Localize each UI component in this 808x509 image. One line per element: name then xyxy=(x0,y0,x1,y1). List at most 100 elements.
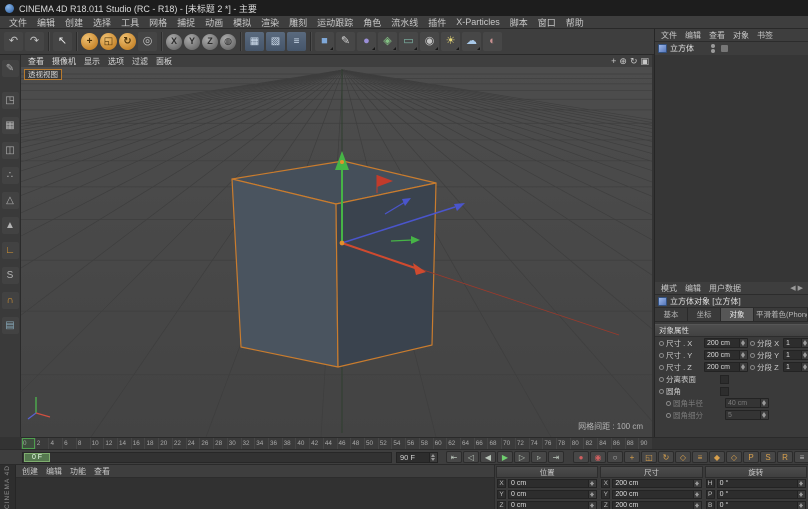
undo-icon[interactable]: ↶ xyxy=(4,32,23,51)
position-key-icon[interactable]: P xyxy=(743,451,759,463)
coordinate-field[interactable]: 0 ° xyxy=(717,479,806,488)
prev-key-button[interactable]: ◁ xyxy=(463,451,479,463)
object-row-cube[interactable]: 立方体 xyxy=(655,42,808,55)
x-axis-lock-icon[interactable]: X xyxy=(166,34,182,50)
visibility-dots[interactable] xyxy=(711,44,715,53)
redo-icon[interactable]: ↷ xyxy=(25,32,44,51)
prev-frame-button[interactable]: ◀ xyxy=(480,451,496,463)
scale-tool-icon[interactable]: ◱ xyxy=(100,33,117,50)
spinner[interactable] xyxy=(797,491,805,498)
tab-coordinates[interactable]: 坐标 xyxy=(688,308,721,321)
anim-dot[interactable] xyxy=(750,365,755,370)
viewport-canvas[interactable] xyxy=(21,67,652,437)
spinner[interactable] xyxy=(739,351,747,359)
viewport-menu-item[interactable]: 过滤 xyxy=(128,56,152,67)
anim-dot[interactable] xyxy=(659,377,664,382)
move-tool-icon[interactable]: + xyxy=(81,33,98,50)
panel-menu-item[interactable]: 书签 xyxy=(753,30,777,41)
keyframe-presets-icon[interactable]: ◇ xyxy=(726,451,742,463)
history-nav-icons[interactable]: ◀▶ xyxy=(790,284,805,292)
current-frame-marker[interactable] xyxy=(22,438,35,449)
camera-object-icon[interactable]: ◉ xyxy=(420,32,439,51)
zoom-view-icon[interactable]: ⊕ xyxy=(619,57,627,66)
coordinate-field[interactable]: 0 cm xyxy=(508,479,597,488)
live-selection-icon[interactable]: ↖ xyxy=(53,32,72,51)
render-settings-icon[interactable]: ≡ xyxy=(287,32,306,51)
panel-menu-item[interactable]: 编辑 xyxy=(42,466,66,477)
menu-item[interactable]: 角色 xyxy=(358,16,386,29)
panel-menu-item[interactable]: 功能 xyxy=(66,466,90,477)
y-axis-lock-icon[interactable]: Y xyxy=(184,34,200,50)
spinner[interactable] xyxy=(588,480,596,487)
spinner[interactable] xyxy=(801,351,808,359)
next-key-button[interactable]: ▹ xyxy=(531,451,547,463)
texture-mode-icon[interactable]: ▦ xyxy=(2,117,19,134)
play-button[interactable]: ▶ xyxy=(497,451,513,463)
coordinate-field[interactable]: 200 cm xyxy=(612,490,701,499)
anim-dot[interactable] xyxy=(659,341,664,346)
spinner[interactable] xyxy=(693,491,701,498)
end-frame-field[interactable]: 90 F xyxy=(396,452,438,463)
scale-key-icon[interactable]: S xyxy=(760,451,776,463)
keyframe-selection-button[interactable]: ○ xyxy=(607,451,623,463)
anim-dot[interactable] xyxy=(659,389,664,394)
spinner[interactable] xyxy=(693,480,701,487)
tab-basic[interactable]: 基本 xyxy=(655,308,688,321)
goto-end-button[interactable]: ⇥ xyxy=(548,451,564,463)
spinner[interactable] xyxy=(429,453,437,462)
record-rotation-toggle[interactable]: ↻ xyxy=(658,451,674,463)
spinner[interactable] xyxy=(801,363,808,371)
edges-mode-icon[interactable]: △ xyxy=(2,192,19,209)
anim-dot[interactable] xyxy=(750,341,755,346)
menu-item[interactable]: X-Particles xyxy=(451,17,505,27)
object-name[interactable]: 立方体 xyxy=(670,43,694,54)
coordinate-field[interactable]: 200 cm xyxy=(612,479,701,488)
record-position-toggle[interactable]: + xyxy=(624,451,640,463)
record-scale-toggle[interactable]: ◱ xyxy=(641,451,657,463)
material-list[interactable] xyxy=(16,478,494,509)
playback-options-icon[interactable]: ≡ xyxy=(794,451,808,463)
menu-item[interactable]: 窗口 xyxy=(533,16,561,29)
attribute-value-field[interactable]: 1 xyxy=(783,338,808,348)
menu-item[interactable]: 渲染 xyxy=(256,16,284,29)
coordinate-field[interactable]: 0 ° xyxy=(717,490,806,499)
viewport-menu-item[interactable]: 摄像机 xyxy=(48,56,80,67)
menu-item[interactable]: 运动跟踪 xyxy=(312,16,358,29)
workplane-mode-icon[interactable]: ◫ xyxy=(2,142,19,159)
viewport-solo-icon[interactable]: S xyxy=(2,267,19,284)
rotate-tool-icon[interactable]: ↻ xyxy=(119,33,136,50)
coordinate-field[interactable]: 0 cm xyxy=(508,490,597,499)
spinner[interactable] xyxy=(588,491,596,498)
menu-item[interactable]: 编辑 xyxy=(32,16,60,29)
menu-item[interactable]: 帮助 xyxy=(561,16,589,29)
record-objects-button[interactable]: ● xyxy=(573,451,589,463)
next-frame-button[interactable]: ▷ xyxy=(514,451,530,463)
anim-dot[interactable] xyxy=(659,353,664,358)
checkbox[interactable] xyxy=(720,387,729,396)
attribute-value-field[interactable]: 200 cm xyxy=(704,338,748,348)
coordinate-field[interactable]: 0 ° xyxy=(717,501,806,509)
enable-axis-icon[interactable]: ∟ xyxy=(2,242,19,259)
anim-dot[interactable] xyxy=(750,353,755,358)
spinner[interactable] xyxy=(797,502,805,509)
position-header[interactable]: 位置 xyxy=(496,466,598,478)
menu-item[interactable]: 流水线 xyxy=(386,16,423,29)
coordinate-system-icon[interactable]: ◍ xyxy=(220,34,236,50)
workplane-lock-icon[interactable]: ▤ xyxy=(2,317,19,334)
spinner[interactable] xyxy=(588,502,596,509)
spinner[interactable] xyxy=(739,339,747,347)
rotation-key-icon[interactable]: R xyxy=(777,451,793,463)
spinner[interactable] xyxy=(801,339,808,347)
timeline-slider[interactable]: 0 F xyxy=(22,452,392,463)
viewport-menu-item[interactable]: 选项 xyxy=(104,56,128,67)
anim-dot[interactable] xyxy=(659,365,664,370)
viewport[interactable]: 查看摄像机显示选项过滤面板 +⊕↻▣ xyxy=(21,55,652,437)
menu-item[interactable]: 网格 xyxy=(144,16,172,29)
panel-menu-item[interactable]: 模式 xyxy=(657,283,681,294)
record-parameter-toggle[interactable]: ◇ xyxy=(675,451,691,463)
panel-menu-item[interactable]: 编辑 xyxy=(681,30,705,41)
material-shader-icon[interactable]: ◐ xyxy=(483,32,502,51)
panel-menu-item[interactable]: 用户数据 xyxy=(705,283,745,294)
goto-start-button[interactable]: ⇤ xyxy=(446,451,462,463)
menu-item[interactable]: 创建 xyxy=(60,16,88,29)
